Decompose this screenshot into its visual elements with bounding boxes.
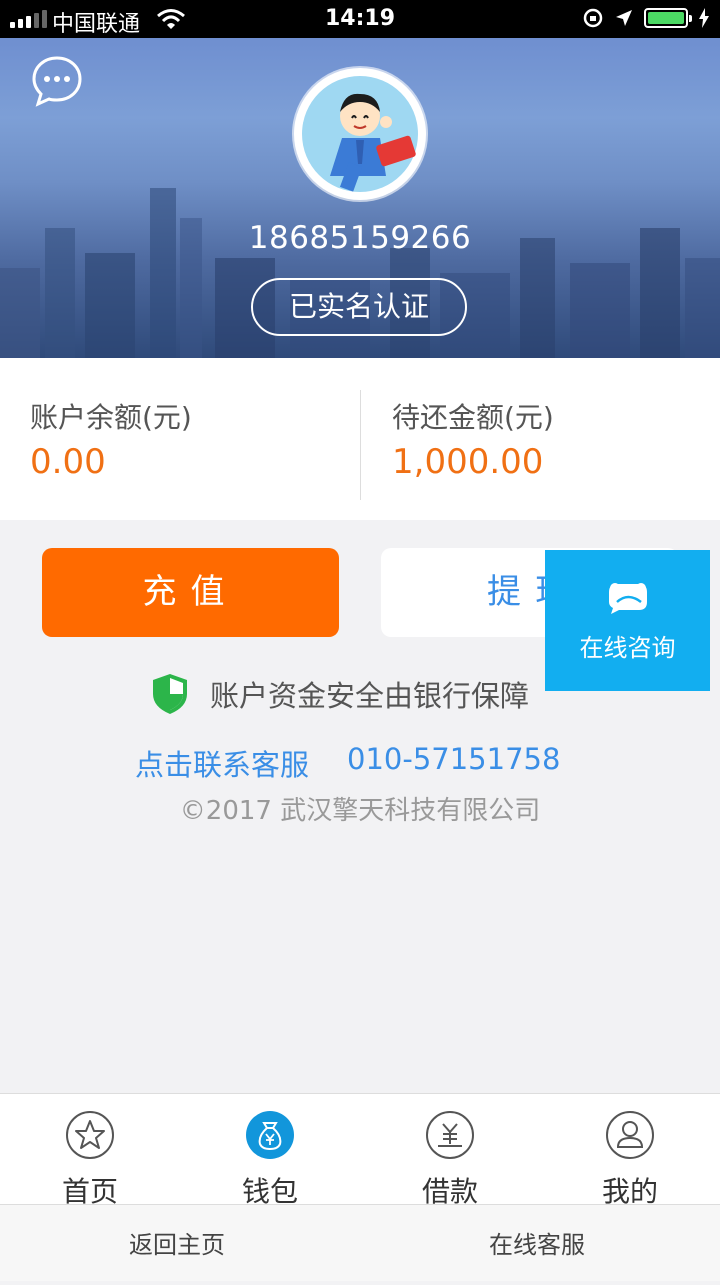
tab-home[interactable]: 首页 bbox=[30, 1110, 150, 1210]
due-label: 待还金额(元) bbox=[392, 401, 554, 434]
shield-icon bbox=[153, 674, 187, 714]
verified-badge[interactable]: 已实名认证 bbox=[251, 278, 467, 336]
tab-loan[interactable]: 借款 bbox=[390, 1110, 510, 1210]
contact-row: 点击联系客服 010-57151758 bbox=[135, 742, 560, 784]
copyright: ©2017 武汉擎天科技有限公司 bbox=[179, 796, 541, 826]
bottom-bar: 返回主页 在线客服 bbox=[0, 1204, 720, 1281]
message-icon[interactable] bbox=[30, 54, 84, 108]
recharge-button[interactable]: 充值 bbox=[42, 548, 339, 637]
tab-bar: 首页 钱包 借款 我的 bbox=[0, 1093, 720, 1208]
phone-number: 18685159266 bbox=[248, 220, 472, 256]
status-bar: 中国联通 14:19 bbox=[0, 0, 720, 38]
service-phone-link[interactable]: 010-57151758 bbox=[347, 742, 560, 784]
divider bbox=[360, 390, 361, 500]
user-icon bbox=[606, 1111, 654, 1159]
contact-service-link[interactable]: 点击联系客服 bbox=[135, 742, 309, 784]
rotation-lock-icon bbox=[583, 8, 603, 28]
tab-mine[interactable]: 我的 bbox=[570, 1110, 690, 1210]
money-bag-icon bbox=[246, 1111, 294, 1159]
profile-header: 18685159266 已实名认证 bbox=[0, 38, 720, 358]
online-consult-label: 在线咨询 bbox=[579, 634, 676, 662]
balance-block: 账户余额(元) 0.00 bbox=[30, 396, 192, 482]
battery-icon bbox=[644, 8, 692, 28]
account-summary: 账户余额(元) 0.00 待还金额(元) 1,000.00 bbox=[0, 358, 720, 520]
safety-notice: 账户资金安全由银行保障 bbox=[150, 672, 529, 716]
safety-text: 账户资金安全由银行保障 bbox=[210, 679, 530, 713]
balance-value: 0.00 bbox=[30, 442, 106, 482]
location-icon bbox=[616, 10, 632, 26]
star-icon bbox=[66, 1111, 114, 1159]
online-consult-button[interactable]: 在线咨询 bbox=[545, 550, 710, 691]
charging-icon bbox=[699, 8, 709, 28]
due-block: 待还金额(元) 1,000.00 bbox=[392, 396, 554, 482]
online-service-button[interactable]: 在线客服 bbox=[489, 1205, 585, 1281]
chat-bubble-icon bbox=[609, 583, 647, 614]
avatar[interactable] bbox=[294, 68, 426, 200]
return-home-button[interactable]: 返回主页 bbox=[129, 1205, 225, 1281]
due-value: 1,000.00 bbox=[392, 442, 544, 482]
balance-label: 账户余额(元) bbox=[30, 401, 192, 434]
cartoon-avatar-icon bbox=[302, 76, 418, 192]
tab-wallet[interactable]: 钱包 bbox=[210, 1110, 330, 1210]
yuan-coin-icon bbox=[426, 1111, 474, 1159]
